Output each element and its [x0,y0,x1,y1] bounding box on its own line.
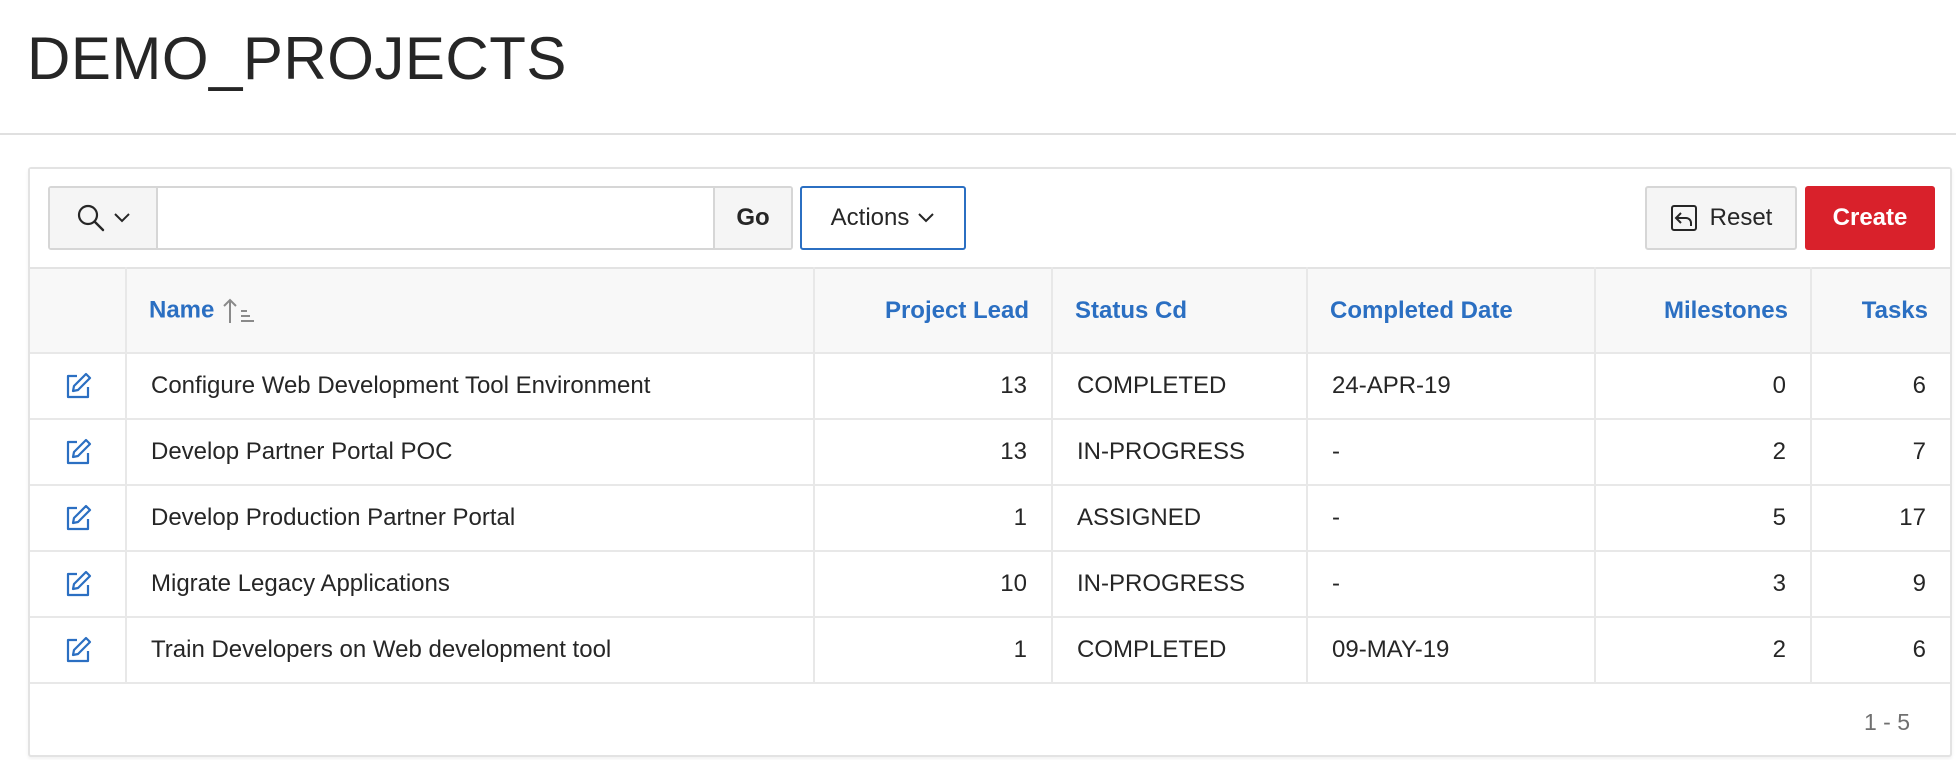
cell-completed-date: 24-APR-19 [1307,353,1596,420]
column-header-milestones[interactable]: Milestones [1595,267,1812,354]
pagination-range: 1 - 5 [1863,709,1910,735]
cell-completed-date: 09-MAY-19 [1307,617,1596,684]
table-row: Migrate Legacy Applications 10 IN-PROGRE… [30,551,1950,618]
table-row: Develop Production Partner Portal 1 ASSI… [30,485,1950,552]
cell-tasks: 6 [1811,617,1950,684]
table-row: Configure Web Development Tool Environme… [30,353,1950,420]
cell-project-lead: 1 [814,617,1053,684]
report-table: Name Project Lead Status Cd Completed Da… [30,267,1950,684]
search-icon [77,204,105,232]
cell-status-cd: IN-PROGRESS [1052,551,1308,618]
chevron-down-icon [918,213,935,223]
column-header-name[interactable]: Name [126,267,815,354]
edit-icon[interactable] [63,437,93,467]
cell-completed-date: - [1307,485,1596,552]
search-input[interactable] [158,188,713,248]
cell-milestones: 0 [1595,353,1812,420]
edit-cell [30,551,127,618]
search-column-menu-button[interactable] [50,188,158,248]
edit-icon[interactable] [63,635,93,665]
cell-status-cd: COMPLETED [1052,353,1308,420]
reset-label: Reset [1709,204,1773,231]
column-header-status-cd[interactable]: Status Cd [1052,267,1308,354]
cell-tasks: 17 [1811,485,1950,552]
report-footer: 1 - 5 [30,687,1950,755]
table-header-row: Name Project Lead Status Cd Completed Da… [30,267,1950,354]
edit-cell [30,617,127,684]
sort-ascending-icon [223,298,255,323]
table-row: Develop Partner Portal POC 13 IN-PROGRES… [30,419,1950,486]
edit-cell [30,419,127,486]
cell-project-lead: 13 [814,353,1053,420]
cell-project-lead: 10 [814,551,1053,618]
cell-tasks: 9 [1811,551,1950,618]
chevron-down-icon [114,213,130,223]
edit-icon[interactable] [63,503,93,533]
cell-name: Configure Web Development Tool Environme… [126,353,815,420]
cell-milestones: 5 [1595,485,1812,552]
cell-status-cd: COMPLETED [1052,617,1308,684]
search-bar: Go [48,186,793,250]
cell-name: Migrate Legacy Applications [126,551,815,618]
cell-milestones: 2 [1595,617,1812,684]
go-button[interactable]: Go [713,188,791,248]
cell-name: Train Developers on Web development tool [126,617,815,684]
report-toolbar: Go Actions Reset Create [30,169,1950,269]
edit-column-header [30,267,127,354]
cell-completed-date: - [1307,419,1596,486]
edit-cell [30,353,127,420]
table-row: Train Developers on Web development tool… [30,617,1950,684]
cell-status-cd: IN-PROGRESS [1052,419,1308,486]
cell-project-lead: 13 [814,419,1053,486]
cell-project-lead: 1 [814,485,1053,552]
page-title: DEMO_PROJECTS [27,25,567,92]
cell-completed-date: - [1307,551,1596,618]
cell-milestones: 3 [1595,551,1812,618]
reset-button[interactable]: Reset [1645,186,1797,250]
edit-icon[interactable] [63,569,93,599]
interactive-report-region: Go Actions Reset Create Name Project Lea… [28,167,1952,757]
create-button[interactable]: Create [1805,186,1935,250]
actions-label: Actions [830,204,910,231]
actions-menu-button[interactable]: Actions [800,186,966,250]
reset-icon [1670,205,1697,231]
column-header-tasks[interactable]: Tasks [1811,267,1950,354]
cell-tasks: 6 [1811,353,1950,420]
cell-name: Develop Production Partner Portal [126,485,815,552]
column-header-project-lead[interactable]: Project Lead [814,267,1053,354]
edit-icon[interactable] [63,371,93,401]
cell-tasks: 7 [1811,419,1950,486]
column-header-completed-date[interactable]: Completed Date [1307,267,1596,354]
cell-milestones: 2 [1595,419,1812,486]
cell-status-cd: ASSIGNED [1052,485,1308,552]
cell-name: Develop Partner Portal POC [126,419,815,486]
edit-cell [30,485,127,552]
page-header: DEMO_PROJECTS [0,0,1956,135]
